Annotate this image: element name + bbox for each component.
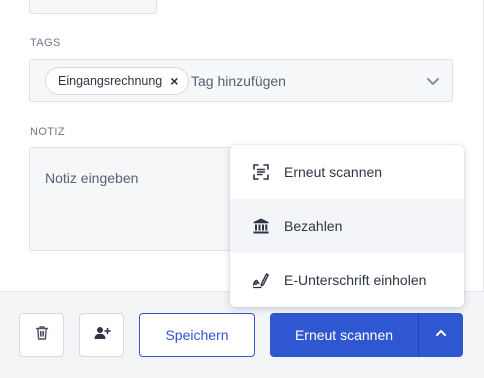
notiz-label: NOTIZ xyxy=(30,126,65,138)
chevron-up-icon xyxy=(434,326,448,345)
bank-icon xyxy=(252,217,270,235)
assign-user-button[interactable] xyxy=(79,313,124,357)
menu-item-label: Erneut scannen xyxy=(284,164,383,180)
menu-item-label: Bezahlen xyxy=(284,218,343,234)
signature-icon xyxy=(252,271,270,289)
trash-icon xyxy=(34,325,50,346)
add-user-icon xyxy=(93,325,111,346)
tag-input[interactable] xyxy=(191,70,411,92)
delete-button[interactable] xyxy=(19,313,64,357)
actions-dropdown-menu: Erneut scannen Bezahlen E-Unterschrift e… xyxy=(230,145,464,307)
menu-item-label: E-Unterschrift einholen xyxy=(284,272,427,288)
save-button[interactable]: Speichern xyxy=(139,313,255,357)
tag-chip-eingangsrechnung: Eingangsrechnung × xyxy=(45,67,190,95)
tag-chip-label: Eingangsrechnung xyxy=(58,74,163,88)
scan-icon xyxy=(252,163,270,181)
menu-item-pay[interactable]: Bezahlen xyxy=(230,199,464,253)
rescan-split-button: Erneut scannen xyxy=(270,313,463,357)
menu-item-rescan[interactable]: Erneut scannen xyxy=(230,145,464,199)
tags-field[interactable]: Eingangsrechnung × xyxy=(29,59,453,102)
more-actions-toggle[interactable] xyxy=(419,313,463,357)
tags-label: TAGS xyxy=(30,37,61,49)
remove-tag-icon[interactable]: × xyxy=(170,74,178,88)
chevron-down-icon[interactable] xyxy=(424,72,442,90)
rescan-button[interactable]: Erneut scannen xyxy=(270,313,418,357)
menu-item-e-signature[interactable]: E-Unterschrift einholen xyxy=(230,253,464,307)
previous-field-remnant xyxy=(29,0,157,14)
